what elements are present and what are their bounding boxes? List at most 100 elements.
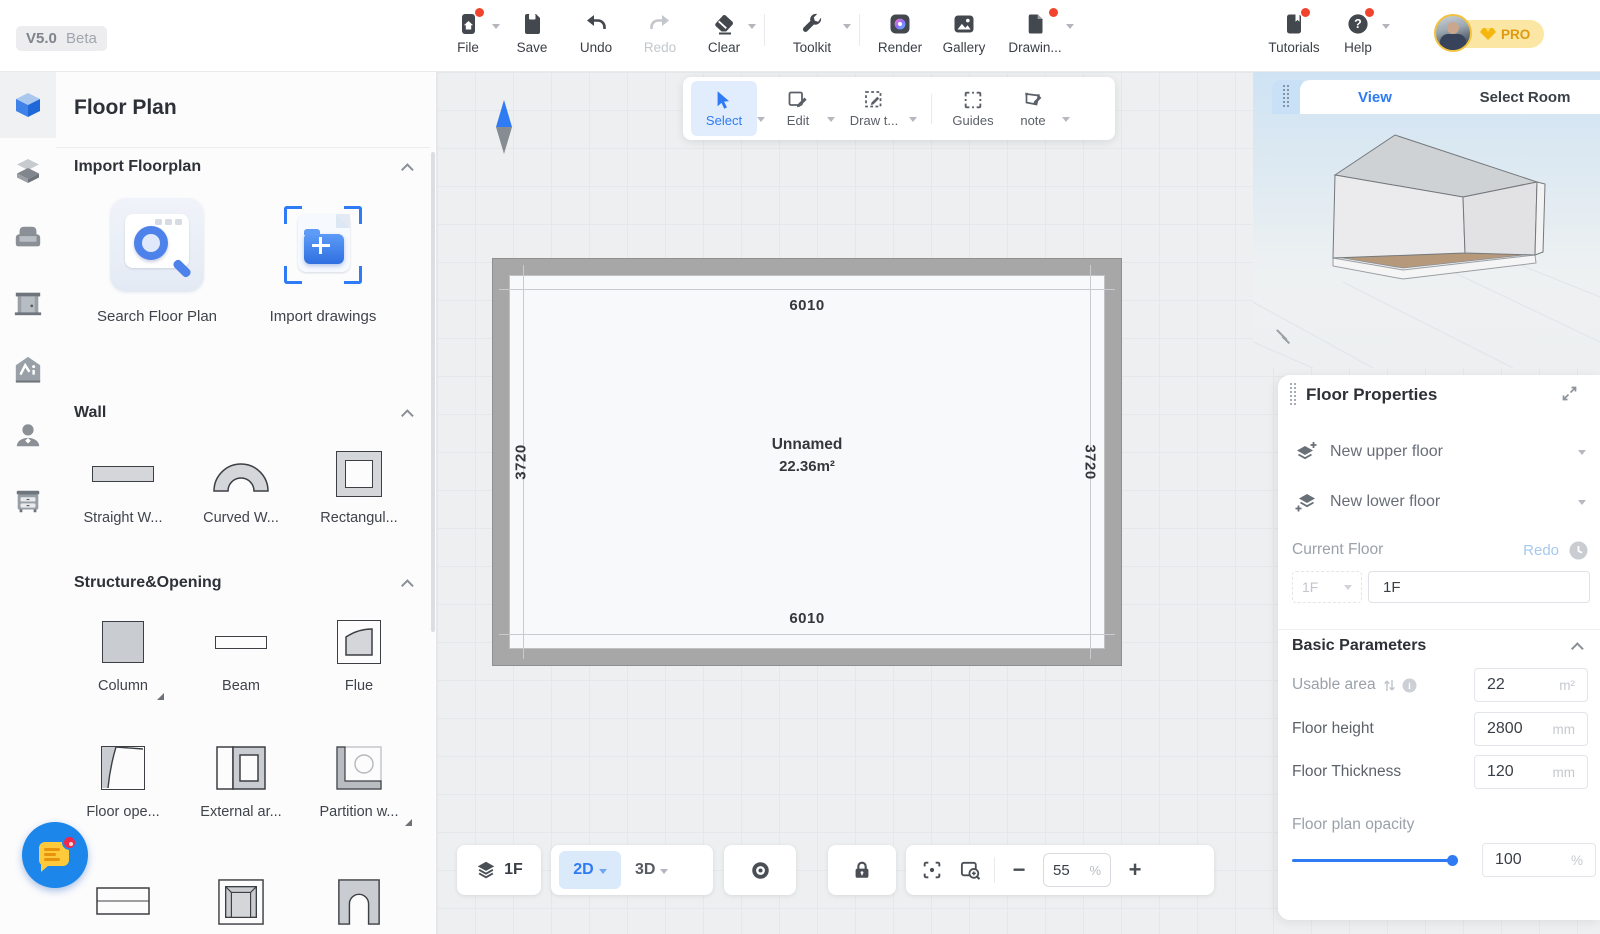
fit-view-button[interactable] (918, 853, 946, 887)
redo-link[interactable]: Redo (1523, 542, 1559, 559)
clear-caret-icon[interactable] (748, 24, 756, 29)
file-label: File (457, 40, 479, 55)
visibility-toggle-button[interactable] (724, 845, 796, 895)
edit-tool-label: Edit (787, 113, 809, 128)
help-button[interactable]: ? Help (1326, 8, 1390, 55)
clear-button[interactable]: Clear (692, 8, 756, 55)
new-upper-floor-button[interactable]: New upper floor (1294, 437, 1586, 467)
undo-button[interactable]: Undo (564, 8, 628, 55)
floor-name-input[interactable] (1369, 579, 1589, 596)
rail-item-furniture[interactable] (0, 204, 56, 270)
toolbar-divider (764, 14, 765, 46)
sidebar-scrollbar[interactable] (431, 152, 435, 632)
toolkit-caret-icon[interactable] (843, 24, 851, 29)
edit-tool-button[interactable]: Edit (769, 81, 827, 136)
select-tool-button[interactable]: Select (691, 81, 757, 136)
rail-item-doors[interactable] (0, 270, 56, 336)
preview-resize-handle[interactable] (1275, 330, 1291, 346)
render-button[interactable]: Render (868, 8, 932, 55)
column-item[interactable]: Column (64, 612, 182, 694)
external-area-item[interactable]: External ar... (182, 738, 300, 820)
import-drawings-card[interactable]: Import drawings (240, 198, 406, 325)
floor-thickness-input[interactable] (1487, 763, 1533, 781)
tab-view[interactable]: View (1300, 80, 1450, 114)
mode-3d-button[interactable]: 3D (635, 861, 668, 879)
chevron-up-icon[interactable] (1571, 642, 1584, 655)
caret-down-icon[interactable] (1578, 500, 1586, 505)
rectangular-wall-item[interactable]: Rectangul... (300, 444, 418, 526)
mode-2d-button[interactable]: 2D (559, 851, 621, 889)
tutorials-button[interactable]: Tutorials (1262, 8, 1326, 55)
draw-tool-button[interactable]: Draw t... (839, 81, 909, 136)
toolkit-button[interactable]: Toolkit (773, 8, 851, 55)
rail-item-account[interactable] (0, 402, 56, 468)
zoom-level-input[interactable] (1053, 862, 1083, 879)
rail-item-cabinet[interactable] (0, 468, 56, 534)
support-chat-button[interactable] (22, 822, 88, 888)
floor-switcher-button[interactable]: 1F (457, 845, 541, 895)
history-clock-icon[interactable] (1569, 541, 1588, 560)
arch-doorway-item[interactable] (300, 872, 418, 932)
section-header-structure-opening[interactable]: Structure&Opening (74, 574, 414, 592)
partition-wall-item[interactable]: Partition w... (300, 738, 418, 820)
usable-area-field: m² (1474, 668, 1588, 702)
gallery-button[interactable]: Gallery (932, 8, 996, 55)
search-floor-plan-card[interactable]: Search Floor Plan (74, 198, 240, 325)
floor-opening-item[interactable]: Floor ope... (64, 738, 182, 820)
file-caret-icon[interactable] (492, 24, 500, 29)
usable-area-input[interactable] (1487, 676, 1533, 694)
new-lower-floor-button[interactable]: New lower floor (1294, 487, 1586, 517)
toolbar-main-group: File Save Undo Redo Clear Toolkit Rend (436, 8, 1074, 55)
redo-button[interactable]: Redo (628, 8, 692, 55)
guides-tool-button[interactable]: Guides (942, 81, 1004, 136)
straight-wall-item[interactable]: Straight W... (64, 444, 182, 526)
lock-toggle-button[interactable] (828, 845, 896, 895)
more-variants-icon[interactable] (405, 819, 412, 826)
zoom-out-button[interactable]: − (1005, 853, 1033, 887)
flue-icon (337, 620, 381, 664)
basic-parameters-header[interactable]: Basic Parameters (1292, 635, 1584, 657)
section-header-wall[interactable]: Wall (74, 404, 414, 422)
draw-caret-icon[interactable] (909, 117, 917, 122)
floorplan-room[interactable]: 6010 6010 3720 3720 Unnamed 22.36m² (492, 258, 1122, 666)
zoom-in-button[interactable]: + (1121, 853, 1149, 887)
chevron-up-icon[interactable] (401, 409, 414, 422)
caret-down-icon[interactable] (1578, 450, 1586, 455)
opening-item[interactable] (64, 872, 182, 932)
slider-knob[interactable] (1447, 855, 1458, 866)
edit-caret-icon[interactable] (827, 117, 835, 122)
section-header-import-floorplan[interactable]: Import Floorplan (74, 158, 414, 176)
preview-drag-handle[interactable] (1272, 80, 1302, 114)
mode-2d-label: 2D (573, 861, 593, 879)
drawing-caret-icon[interactable] (1066, 24, 1074, 29)
chevron-up-icon[interactable] (401, 163, 414, 176)
beam-item[interactable]: Beam (182, 612, 300, 694)
room-3d-preview-panel[interactable]: View Select Room (1253, 72, 1600, 368)
expand-panel-icon[interactable] (1561, 385, 1578, 407)
opacity-slider[interactable] (1292, 854, 1458, 866)
file-button[interactable]: File (436, 8, 500, 55)
note-caret-icon[interactable] (1062, 117, 1070, 122)
tab-select-room[interactable]: Select Room (1450, 80, 1600, 114)
info-icon[interactable]: i (1402, 678, 1417, 693)
save-button[interactable]: Save (500, 8, 564, 55)
note-tool-button[interactable]: note (1004, 81, 1062, 136)
user-avatar[interactable] (1434, 14, 1472, 52)
zoom-area-button[interactable] (956, 853, 984, 887)
drawing-button[interactable]: Drawin... (996, 8, 1074, 55)
floor-select-dropdown[interactable]: 1F (1292, 571, 1362, 603)
rail-item-floors[interactable] (0, 138, 56, 204)
rail-item-ai-design[interactable] (0, 336, 56, 402)
floor-height-input[interactable] (1487, 720, 1533, 738)
flue-item[interactable]: Flue (300, 612, 418, 694)
window-item[interactable] (182, 872, 300, 932)
more-variants-icon[interactable] (157, 693, 164, 700)
chevron-up-icon[interactable] (401, 579, 414, 592)
select-caret-icon[interactable] (757, 117, 765, 122)
rail-item-floorplan[interactable] (0, 72, 56, 138)
help-caret-icon[interactable] (1382, 24, 1390, 29)
drag-dots-icon[interactable] (1290, 383, 1298, 407)
opacity-input[interactable] (1495, 851, 1541, 869)
swap-arrows-icon[interactable] (1383, 678, 1396, 693)
curved-wall-item[interactable]: Curved W... (182, 444, 300, 526)
